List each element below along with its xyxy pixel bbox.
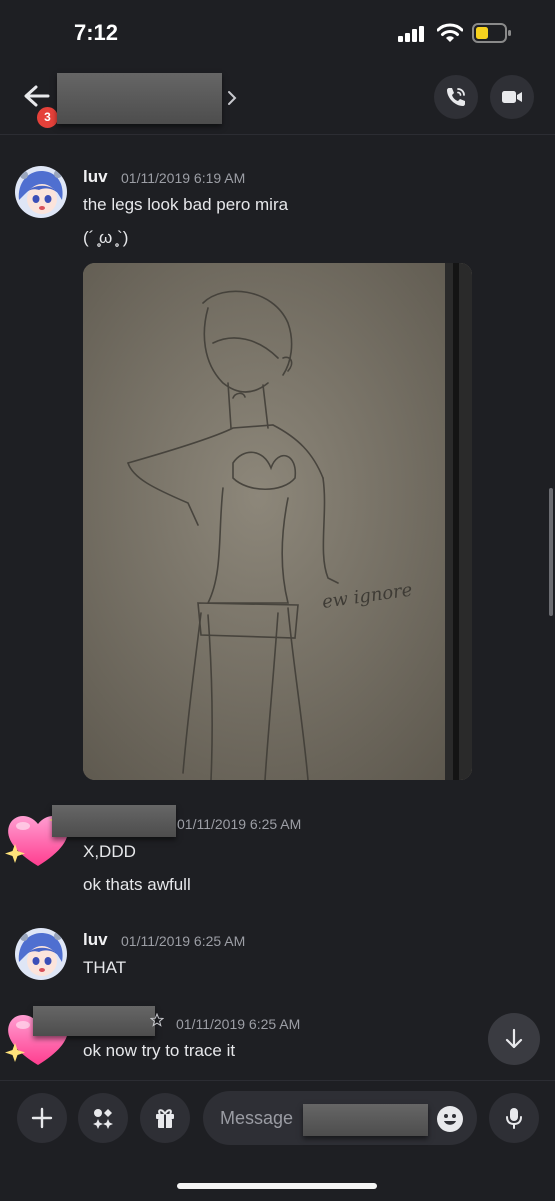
- message-text: the legs look bad pero mira: [83, 195, 289, 214]
- message-text: (´ ̥̥̥ω ̥̥̥`): [83, 228, 129, 247]
- message-author[interactable]: luv: [83, 930, 108, 950]
- microphone-icon: [506, 1108, 522, 1129]
- video-camera-icon: [502, 91, 522, 103]
- message-text: THAT: [83, 958, 127, 977]
- message-timestamp: 01/11/2019 6:19 AM: [121, 170, 246, 186]
- chevron-right-icon[interactable]: [226, 89, 238, 107]
- wifi-icon: [437, 23, 463, 42]
- gift-button[interactable]: [140, 1093, 190, 1143]
- redacted-username: [52, 805, 176, 837]
- pencil-sketch-image: ew ignore: [83, 263, 472, 780]
- status-bar: 7:12: [0, 0, 555, 66]
- redacted-channel-name: [303, 1104, 428, 1136]
- message-text: ok thats awfull: [83, 875, 191, 894]
- message-text: X,DDD: [83, 842, 136, 861]
- arrow-down-icon: [505, 1028, 523, 1049]
- add-attachment-button[interactable]: [17, 1093, 67, 1143]
- message-timestamp: 01/11/2019 6:25 AM: [176, 1016, 301, 1032]
- apps-button[interactable]: [78, 1093, 128, 1143]
- scrollbar-thumb[interactable]: [549, 488, 553, 616]
- phone-icon: [447, 88, 465, 106]
- battery-icon: [472, 23, 511, 43]
- redacted-channel-name: [57, 73, 222, 124]
- apps-icon: [93, 1109, 113, 1129]
- cellular-signal-icon: [398, 26, 424, 42]
- message-timestamp: 01/11/2019 6:25 AM: [121, 933, 246, 949]
- voice-call-button[interactable]: [434, 75, 478, 119]
- anime-avatar-image: [15, 166, 67, 218]
- avatar[interactable]: [15, 928, 67, 980]
- voice-message-button[interactable]: [489, 1093, 539, 1143]
- anime-avatar-image: [15, 928, 67, 980]
- message-author[interactable]: luv: [83, 167, 108, 187]
- status-time: 7:12: [74, 20, 119, 45]
- redacted-username: [33, 1006, 155, 1036]
- jump-to-latest-button[interactable]: [488, 1013, 540, 1065]
- gift-icon: [156, 1109, 174, 1128]
- video-call-button[interactable]: [490, 75, 534, 119]
- message-input-placeholder: Message: [220, 1108, 294, 1128]
- home-indicator[interactable]: [177, 1183, 377, 1189]
- message-timestamp: 01/11/2019 6:25 AM: [177, 816, 302, 832]
- image-attachment[interactable]: ew ignore: [83, 263, 472, 780]
- star-icon: [150, 1013, 164, 1027]
- avatar[interactable]: [15, 166, 67, 218]
- message-text: ok now try to trace it: [83, 1041, 236, 1060]
- emoji-icon[interactable]: [436, 1105, 464, 1133]
- plus-icon: [31, 1107, 53, 1129]
